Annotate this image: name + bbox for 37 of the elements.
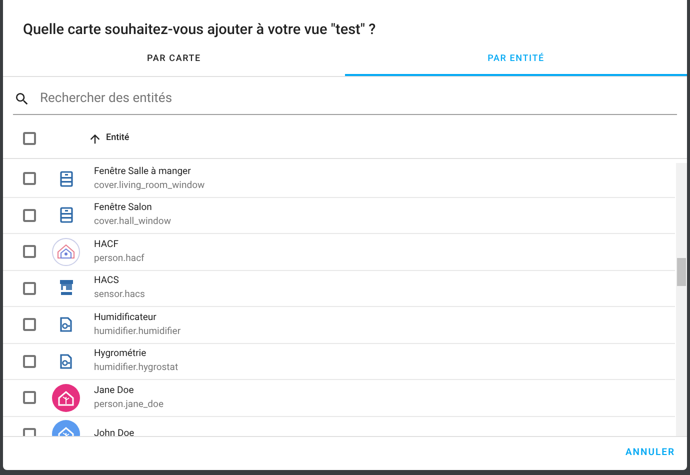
entity-name: Humidificateur [94, 310, 158, 325]
row-checkbox[interactable] [23, 208, 36, 222]
entity-id: humidifier.hygrostat [94, 361, 178, 376]
store-icon [60, 280, 72, 296]
row-checkbox[interactable] [23, 318, 36, 332]
window-cover-icon [60, 207, 72, 224]
row-checkbox[interactable] [23, 282, 36, 295]
row-checkbox[interactable] [23, 391, 36, 404]
entity-id: cover.hall_window [94, 215, 171, 230]
search-field[interactable]: Rechercher des entités [40, 88, 677, 108]
row-checkbox[interactable] [23, 172, 36, 186]
select-all-checkbox[interactable] [23, 132, 36, 145]
entity-id: person.hacf [94, 252, 144, 266]
entity-name: Fenêtre Salle à manger [94, 164, 192, 179]
entity-name: Jane Doe [94, 384, 135, 398]
house-logo-icon [52, 238, 80, 266]
sort-arrow-icon[interactable] [88, 132, 102, 146]
entity-id: humidifier.humidifier [94, 324, 181, 339]
scrollbar[interactable] [676, 163, 687, 436]
entity-name: HACF [94, 238, 120, 252]
search-icon [14, 90, 30, 106]
entity-name: John Doe [94, 427, 134, 436]
scrollbar-thumb[interactable] [677, 258, 686, 286]
window-cover-icon [60, 170, 72, 187]
humidifier-icon [59, 317, 73, 332]
humidifier-icon [59, 354, 73, 369]
row-checkbox[interactable] [23, 354, 36, 368]
dialog-title: Quelle carte souhaitez-vous ajouter à votre vue "test" ? [22, 20, 377, 40]
entity-id: cover.living_room_window [94, 178, 205, 193]
entity-id: person.jane_doe [94, 398, 164, 412]
column-header[interactable]: Entité [106, 132, 130, 146]
entity-name: HACS [94, 274, 120, 288]
entity-name: Hygrométrie [94, 347, 148, 362]
tab[interactable]: PAR CARTE [3, 45, 345, 76]
row-checkbox[interactable] [23, 245, 36, 258]
entity-id: sensor.hacs [94, 288, 145, 302]
entity-name: Fenêtre Salon [94, 201, 153, 216]
